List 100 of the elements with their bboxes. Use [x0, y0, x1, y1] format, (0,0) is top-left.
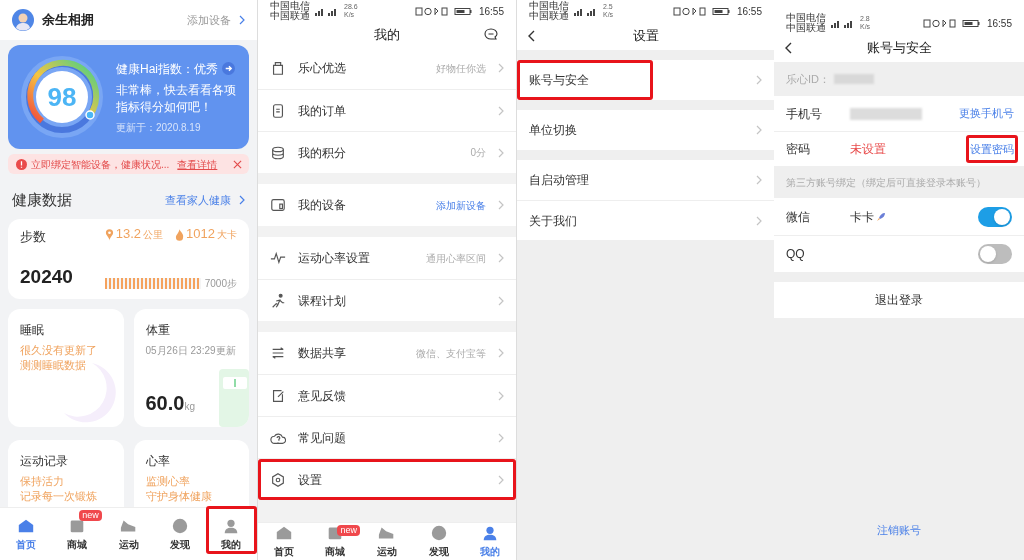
- runner-icon: [270, 292, 286, 309]
- menu-row[interactable]: 运动心率设置 通用心率区间: [258, 237, 516, 279]
- account-nickname: 卡卡: [850, 208, 874, 226]
- scale-drawing: [219, 369, 249, 427]
- carrier-name: 中国联通: [270, 11, 310, 21]
- family-health-link[interactable]: 查看家人健康: [165, 191, 245, 209]
- row-action-link[interactable]: 设置密码: [966, 134, 1018, 164]
- settings-row[interactable]: 自启动管理: [517, 160, 774, 200]
- unit-label: 大卡: [217, 229, 237, 241]
- chevron-right-icon: [756, 175, 762, 185]
- pin-icon: [104, 229, 114, 241]
- chevron-right-icon: [239, 195, 245, 205]
- arrows-icon: [270, 345, 286, 361]
- section-title: 健康数据: [12, 189, 72, 210]
- menu-row[interactable]: 设置: [258, 458, 516, 500]
- field-label: 手机号: [786, 105, 823, 123]
- card-message: 保持活力: [20, 474, 65, 489]
- flame-icon: [175, 229, 185, 241]
- card-title: 睡眠: [20, 322, 45, 339]
- distance-value: 13.2: [115, 227, 142, 241]
- delete-account-link[interactable]: 注销账号: [877, 521, 921, 538]
- logout-button[interactable]: 退出登录: [774, 282, 1024, 318]
- bag-icon: [270, 60, 286, 76]
- chat-icon: [484, 28, 498, 41]
- row-value: 0分: [470, 146, 486, 160]
- field-label: 乐心ID：: [786, 71, 830, 87]
- page-title: 设置: [632, 27, 659, 46]
- document-icon: [270, 102, 286, 119]
- chevron-right-icon: [498, 295, 504, 306]
- chevron-right-icon: [756, 75, 762, 85]
- chevron-right-icon: [498, 63, 504, 73]
- tab[interactable]: 我的: [205, 508, 257, 560]
- pulse-icon: [270, 250, 286, 266]
- tab[interactable]: 我的: [464, 523, 516, 560]
- avatar-icon: [12, 9, 34, 31]
- weight-value: 60.0: [145, 392, 185, 414]
- user-name: 余生相拥: [42, 11, 94, 30]
- status-icons-drawing: [672, 6, 733, 16]
- carrier-name: 中国电信: [529, 1, 569, 11]
- row-value: 通用心率区间: [426, 251, 486, 266]
- tab[interactable]: new 商城: [309, 523, 362, 560]
- menu-row[interactable]: 我的设备 添加新设备: [258, 184, 516, 226]
- house-icon: [274, 524, 293, 542]
- health-card-tile[interactable]: 睡眠 很久没有更新了 测测睡眠数据: [8, 309, 124, 427]
- update-date: 更新于：2020.8.19: [116, 120, 202, 135]
- calories-value: 1012: [186, 227, 215, 241]
- tab[interactable]: 运动: [361, 523, 413, 560]
- row-value: 好物任你选: [436, 61, 486, 76]
- health-index-title: 健康Hai指数：优秀: [116, 60, 218, 78]
- tab[interactable]: 运动: [102, 508, 155, 560]
- card-message: 守护身体健康: [145, 489, 213, 504]
- card-title: 步数: [20, 228, 47, 246]
- settings-row[interactable]: 单位切换: [517, 110, 774, 150]
- status-time: 16:55: [478, 4, 504, 19]
- back-icon: [528, 30, 535, 42]
- chevron-right-icon: [756, 215, 762, 226]
- tab[interactable]: new 商城: [51, 508, 103, 560]
- alert-icon: [16, 158, 27, 170]
- field-label: 微信: [786, 208, 811, 226]
- tab[interactable]: 首页: [0, 508, 52, 560]
- back-icon: [785, 42, 792, 54]
- health-card-tile[interactable]: 体重 05月26日 23:29更新 60.0kg: [133, 309, 249, 427]
- chevron-right-icon: [498, 474, 504, 485]
- arrow-right-icon: [222, 62, 235, 75]
- carrier-name: 中国电信: [270, 1, 310, 11]
- health-card-tile[interactable]: 运动记录 保持活力 记录每一次锻炼: [8, 440, 124, 507]
- chevron-right-icon: [756, 125, 762, 135]
- chevron-right-icon: [498, 390, 504, 401]
- tab[interactable]: 发现: [154, 508, 206, 560]
- toggle-switch[interactable]: [978, 206, 1012, 227]
- chevron-right-icon: [498, 200, 504, 210]
- status-icons-drawing: [922, 18, 983, 28]
- note-icon: [270, 387, 286, 404]
- new-badge: new: [79, 510, 102, 521]
- steps-card[interactable]: 步数 20240 13.2公里 1012大卡 7000步: [8, 219, 249, 299]
- card-message: 记录每一次锻炼: [20, 489, 98, 504]
- row-value: 微信、支付宝等: [416, 346, 486, 361]
- tab[interactable]: 首页: [258, 523, 310, 560]
- toggle-switch[interactable]: [978, 244, 1012, 264]
- health-card-tile[interactable]: 心率 监测心率 守护身体健康: [133, 440, 249, 507]
- card-title: 心率: [145, 453, 171, 470]
- status-icons-drawing: [414, 6, 475, 16]
- settings-row[interactable]: 账号与安全: [517, 60, 774, 100]
- redacted-value: [850, 107, 922, 120]
- menu-row[interactable]: 数据共享 微信、支付宝等: [258, 332, 516, 374]
- coins-icon: [270, 144, 286, 161]
- field-value: 未设置: [850, 141, 886, 158]
- steps-goal: 7000步: [204, 277, 237, 291]
- tab[interactable]: 发现: [412, 523, 465, 560]
- card-message: 很久没有更新了: [20, 343, 98, 358]
- row-action-link[interactable]: 更换手机号: [955, 99, 1018, 128]
- health-message: 非常棒，快去看看各项指标得分如何吧！: [116, 81, 237, 116]
- unit-label: 公里: [143, 229, 164, 241]
- card-title: 运动记录: [20, 453, 69, 470]
- menu-row[interactable]: 乐心优选 好物任你选: [258, 47, 516, 89]
- health-score: 98: [47, 83, 77, 111]
- chevron-right-icon: [498, 348, 504, 358]
- carrier-name: 中国联通: [786, 23, 826, 33]
- chevron-right-icon: [498, 253, 504, 263]
- chevron-right-icon: [498, 105, 504, 116]
